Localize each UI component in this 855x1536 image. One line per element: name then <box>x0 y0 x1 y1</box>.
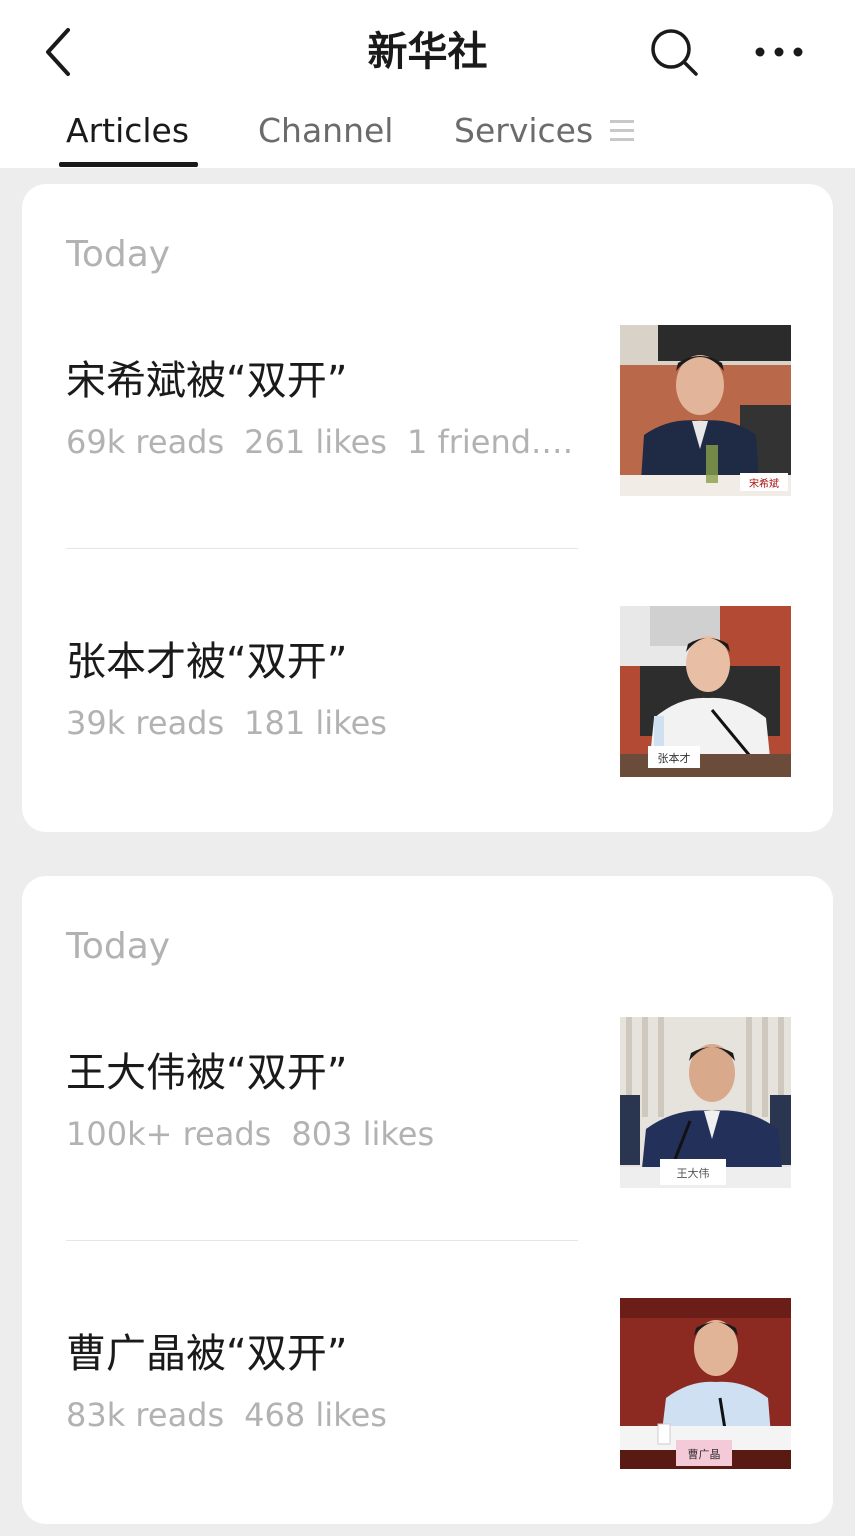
friends-read: 1 friend... <box>406 423 562 461</box>
article-title: 王大伟被“双开” <box>66 1050 348 1096</box>
active-tab-indicator <box>59 162 198 167</box>
article-meta: 39k reads 181 likes <box>66 700 578 746</box>
article-meta: 100k+ reads 803 likes <box>66 1111 578 1157</box>
read-count: 83k reads <box>66 1396 225 1434</box>
svg-text:宋希斌: 宋希斌 <box>749 477 779 490</box>
article-title: 宋希斌被“双开” <box>66 358 348 404</box>
date-label: Today <box>66 926 171 967</box>
article-title: 张本才被“双开” <box>66 639 348 685</box>
article-title: 曹广晶被“双开” <box>66 1331 348 1377</box>
read-count: 39k reads <box>66 704 225 742</box>
divider <box>66 1240 578 1241</box>
page-title: 新华社 <box>367 29 488 75</box>
tab-articles[interactable]: Articles <box>66 108 189 154</box>
search-button[interactable] <box>646 24 702 80</box>
menu-lines-icon[interactable] <box>610 118 634 144</box>
top-bar: 新华社 Articles Channel Services <box>0 0 855 168</box>
article-thumbnail[interactable]: 张本才 <box>620 606 791 777</box>
article-item[interactable]: 王大伟被“双开” 100k+ reads 803 likes 王大伟 <box>22 1017 833 1217</box>
article-item[interactable]: 张本才被“双开” 39k reads 181 likes 张本才 <box>22 606 833 806</box>
tab-channel[interactable]: Channel <box>258 108 393 154</box>
more-button[interactable] <box>748 30 810 74</box>
svg-text:王大伟: 王大伟 <box>677 1166 710 1180</box>
article-item[interactable]: 曹广晶被“双开” 83k reads 468 likes 曹广晶 <box>22 1298 833 1498</box>
read-count: 100k+ reads <box>66 1115 272 1153</box>
tab-services[interactable]: Services <box>454 108 593 154</box>
read-count: 69k reads <box>66 423 225 461</box>
like-count: 261 likes <box>244 423 387 461</box>
svg-text:张本才: 张本才 <box>658 751 691 765</box>
article-thumbnail[interactable]: 王大伟 <box>620 1017 791 1188</box>
article-item[interactable]: 宋希斌被“双开” 69k reads 261 likes 1 friend... 宋… <box>22 325 833 525</box>
article-meta: 69k reads 261 likes 1 friend... <box>66 419 578 465</box>
more-dots-icon <box>755 47 803 57</box>
article-group-card: Today 王大伟被“双开” 100k+ reads 803 likes 王大伟… <box>22 876 833 1524</box>
like-count: 468 likes <box>244 1396 387 1434</box>
like-count: 803 likes <box>291 1115 435 1153</box>
svg-text:曹广晶: 曹广晶 <box>688 1448 721 1461</box>
like-count: 181 likes <box>244 704 387 742</box>
search-icon <box>651 29 698 76</box>
divider <box>66 548 578 549</box>
date-label: Today <box>66 234 171 275</box>
article-group-card: Today 宋希斌被“双开” 69k reads 261 likes 1 frien… <box>22 184 833 832</box>
article-meta: 83k reads 468 likes <box>66 1392 578 1438</box>
article-thumbnail[interactable]: 宋希斌 <box>620 325 791 496</box>
article-thumbnail[interactable]: 曹广晶 <box>620 1298 791 1469</box>
